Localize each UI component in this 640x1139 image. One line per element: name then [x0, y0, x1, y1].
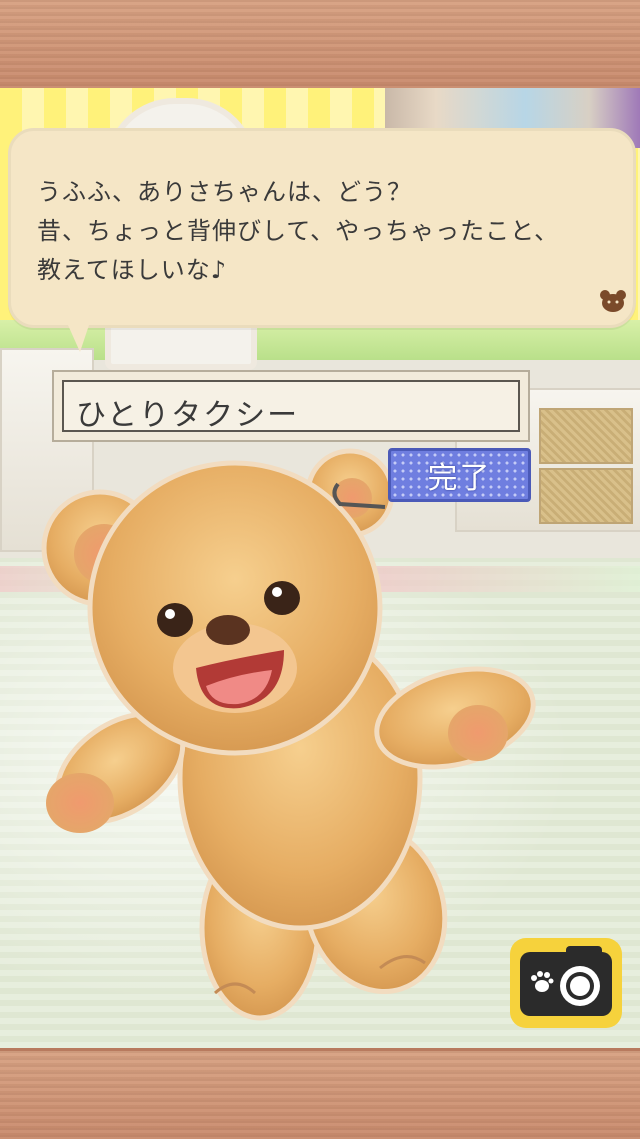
- paw-icon: [531, 971, 554, 992]
- dialog-line: 教えてほしいな♪: [37, 256, 228, 284]
- camera-button[interactable]: [510, 938, 622, 1028]
- answer-input-value[interactable]: ひとりタクシー: [76, 390, 299, 434]
- bear-face-icon: [600, 290, 626, 312]
- top-wood-frame: [0, 0, 640, 91]
- answer-input[interactable]: ひとりタクシー: [52, 370, 530, 442]
- done-button[interactable]: 完了: [388, 448, 531, 502]
- camera-icon: [520, 952, 612, 1016]
- bottom-wood-frame: [0, 1048, 640, 1139]
- dialog-text: うふふ、ありさちゃんは、どう？ 昔、ちょっと背伸びして、やっちゃったこと、 教えてほ…: [37, 173, 617, 290]
- camera-lens: [531, 966, 600, 1006]
- done-button-label: 完了: [427, 461, 492, 496]
- dialog-line: 昔、ちょっと背伸びして、やっちゃったこと、: [37, 217, 560, 245]
- dialog-line: うふふ、ありさちゃんは、どう？: [37, 178, 412, 206]
- speech-bubble: うふふ、ありさちゃんは、どう？ 昔、ちょっと背伸びして、やっちゃったこと、 教えてほ…: [8, 128, 636, 328]
- speech-bubble-tail: [64, 316, 92, 352]
- answer-input-box[interactable]: ひとりタクシー: [62, 380, 520, 434]
